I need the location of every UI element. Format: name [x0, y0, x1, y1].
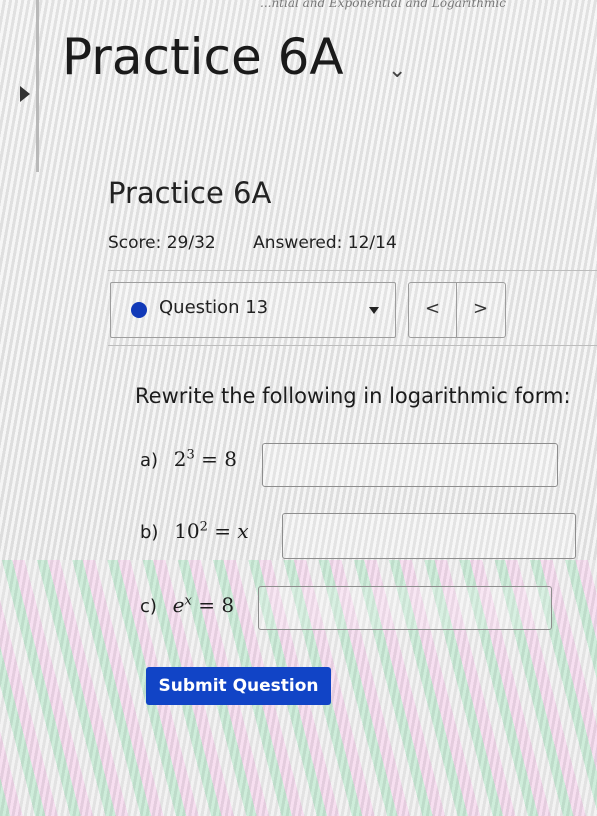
status-dot-icon: [131, 302, 147, 318]
question-item-b: b) 102 = x: [140, 519, 249, 543]
question-nav: < >: [408, 282, 506, 338]
answer-input-a[interactable]: [262, 443, 558, 487]
math-expression: 102 = x: [174, 519, 249, 543]
item-label: b): [140, 522, 159, 543]
item-label: c): [140, 596, 157, 617]
score-line: Score: 29/32 Answered: 12/14: [108, 233, 397, 253]
assignment-title[interactable]: Practice 6A: [62, 28, 344, 86]
divider: [108, 345, 597, 346]
answer-input-c[interactable]: [258, 586, 552, 630]
math-expression: ex = 8: [172, 593, 235, 617]
question-select[interactable]: Question 13: [110, 282, 396, 338]
divider: [108, 270, 597, 271]
header-fragment: ...ntial and Exponential and Logarithmic: [260, 0, 506, 10]
question-item-c: c) ex = 8: [140, 593, 234, 617]
answer-input-b[interactable]: [282, 513, 576, 559]
score-text: Score: 29/32: [108, 233, 216, 253]
submit-question-button[interactable]: Submit Question: [146, 667, 331, 705]
item-label: a): [140, 450, 159, 471]
homework-title: Practice 6A: [108, 176, 272, 210]
next-question-button[interactable]: >: [457, 298, 504, 319]
expand-arrow-icon[interactable]: [20, 86, 30, 102]
question-select-label: Question 13: [159, 297, 269, 318]
math-expression: 23 = 8: [173, 447, 238, 471]
question-prompt: Rewrite the following in logarithmic for…: [135, 384, 571, 408]
previous-question-button[interactable]: <: [409, 298, 456, 319]
chevron-down-icon[interactable]: ⌄: [388, 58, 406, 83]
question-item-a: a) 23 = 8: [140, 447, 237, 471]
dropdown-caret-icon: [369, 307, 379, 314]
answered-text: Answered: 12/14: [253, 233, 397, 253]
